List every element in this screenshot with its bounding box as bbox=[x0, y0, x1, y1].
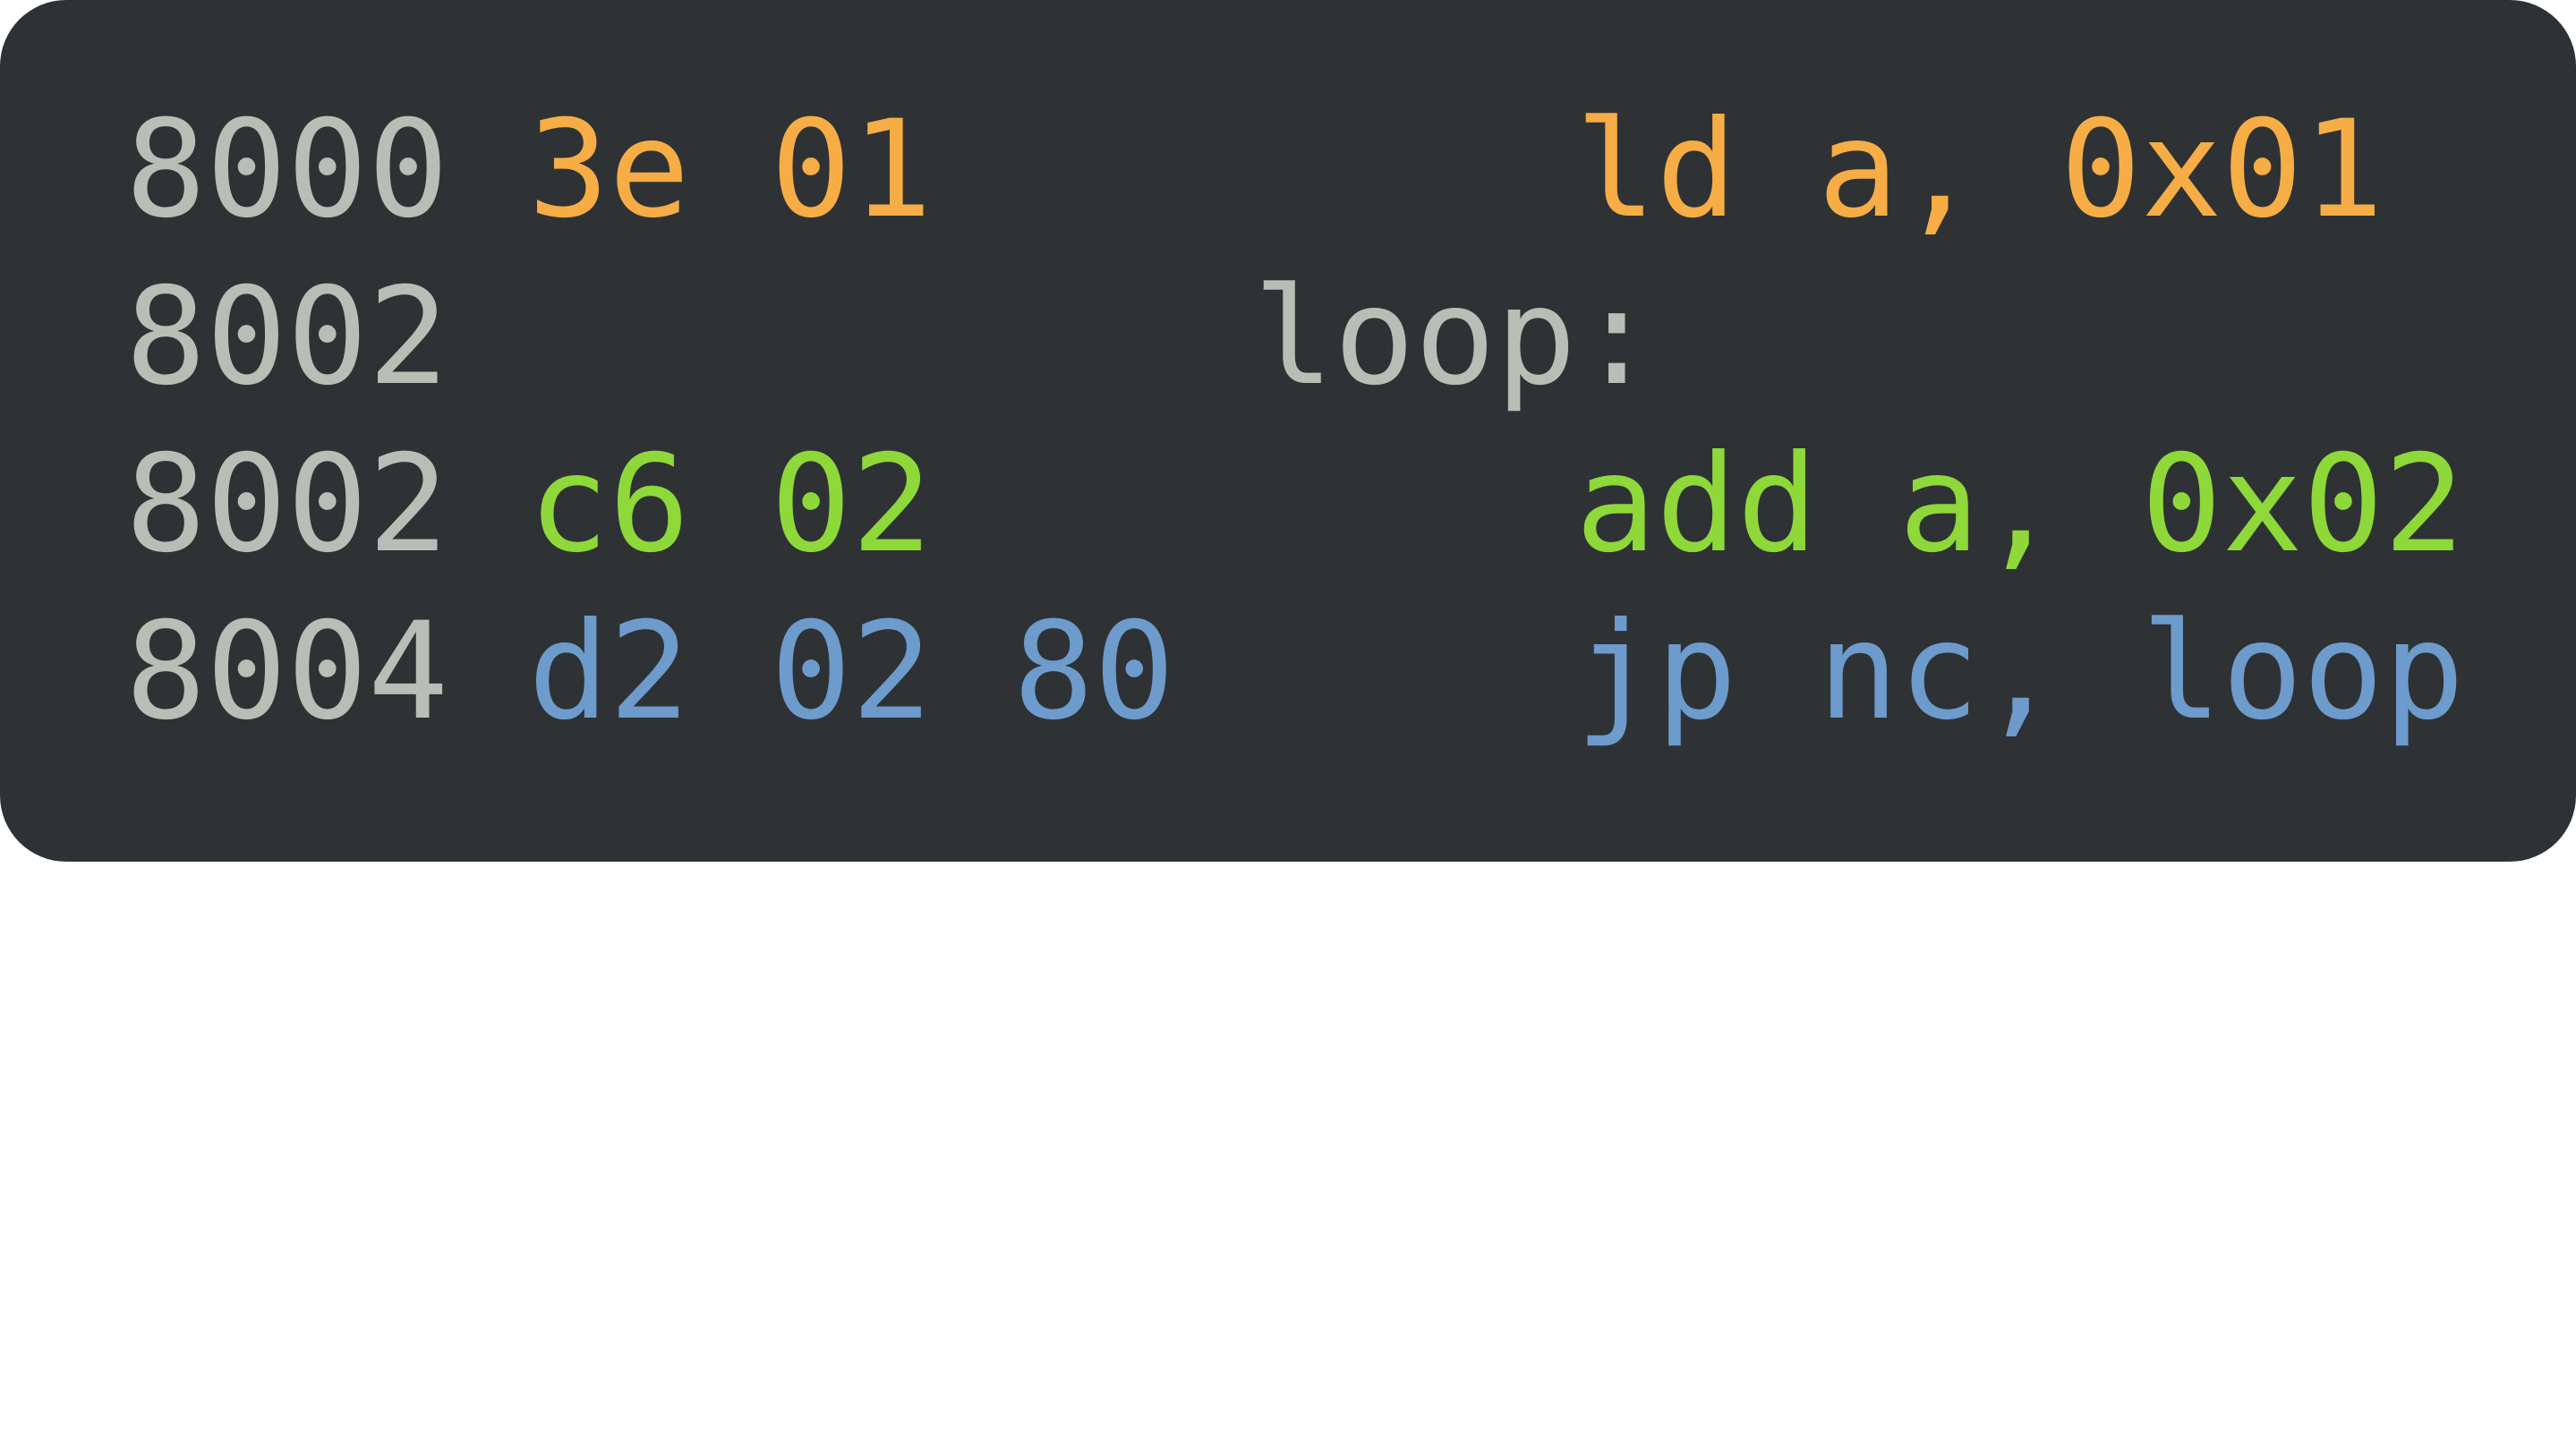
line-address: 8004 bbox=[125, 594, 449, 750]
line-instruction: ld a, 0x01 bbox=[1575, 92, 2384, 248]
listing-line: 8000 3e 01 ld a, 0x01 bbox=[0, 85, 2576, 255]
listing-line: 8002 c6 02 add a, 0x02 bbox=[0, 420, 2576, 590]
line-bytes: d2 02 80 bbox=[528, 594, 1175, 750]
line-label: loop: bbox=[1253, 259, 1658, 415]
listing-line: 8002 loop: bbox=[0, 252, 2576, 422]
line-address: 8002 bbox=[125, 427, 449, 582]
line-instruction: jp nc, loop bbox=[1575, 594, 2465, 750]
line-address: 8002 bbox=[125, 259, 449, 415]
line-instruction: add a, 0x02 bbox=[1575, 427, 2465, 582]
line-address: 8000 bbox=[125, 92, 449, 248]
code-listing-panel: 8000 3e 01 ld a, 0x01 8002 loop: 8002 c6… bbox=[0, 0, 2576, 862]
line-bytes: c6 02 bbox=[528, 427, 933, 582]
listing-line: 8004 d2 02 80 jp nc, loop bbox=[0, 587, 2576, 757]
line-bytes: 3e 01 bbox=[528, 92, 933, 248]
